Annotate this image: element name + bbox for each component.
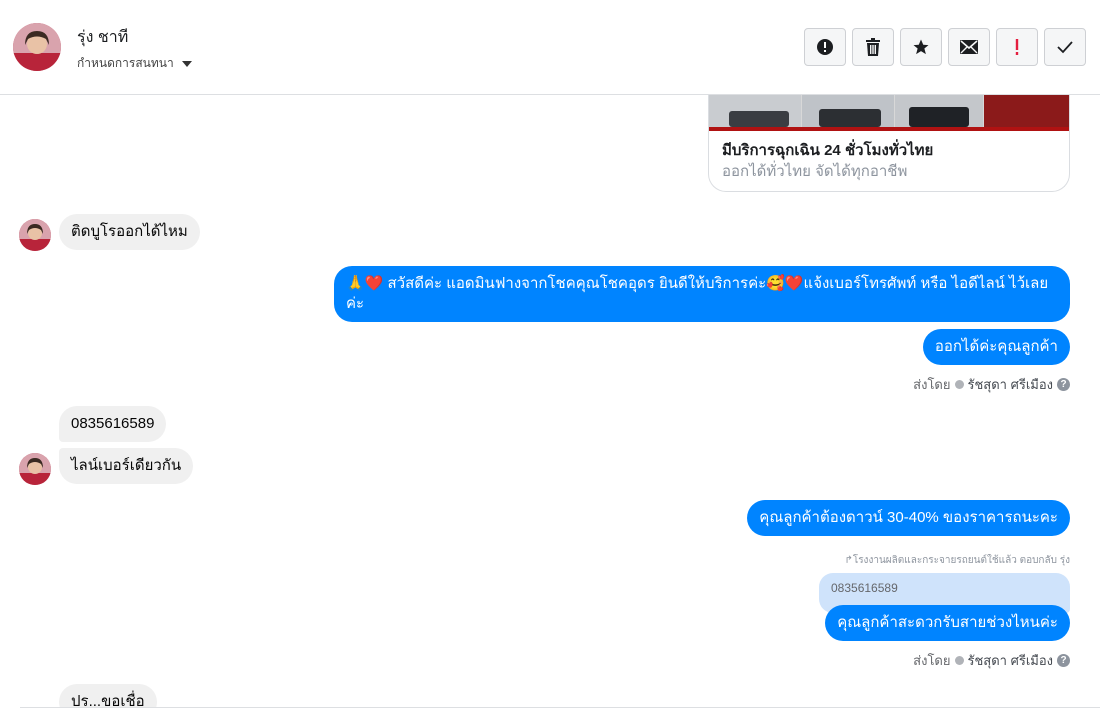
incoming-message[interactable]: 0835616589 — [59, 406, 167, 442]
outgoing-message[interactable]: คุณลูกค้าต้องดาวน์ 30-40% ของราคารถนะคะ — [747, 500, 1070, 536]
mark-spam-button[interactable] — [804, 28, 846, 66]
follow-up-button[interactable] — [996, 28, 1038, 66]
sent-by-prefix: ส่งโดย — [913, 377, 951, 392]
star-button[interactable] — [900, 28, 942, 66]
reply-context-label: ↱โรงงานผลิตและกระจายรถยนต์ใช้แล้ว ตอบกลั… — [844, 555, 1070, 566]
incoming-message[interactable]: ไลน์เบอร์เดียวกัน — [59, 448, 194, 484]
sender-avatar[interactable] — [19, 219, 51, 251]
outgoing-message[interactable]: คุณลูกค้าสะดวกรับสายช่วงไหนค่ะ — [825, 605, 1070, 641]
mark-unread-button[interactable] — [948, 28, 990, 66]
sender-avatar[interactable] — [19, 453, 51, 485]
contact-name[interactable]: รุ่ง ชาที — [77, 25, 128, 50]
exclamation-icon — [1015, 39, 1019, 55]
sent-by-prefix: ส่งโดย — [913, 653, 951, 668]
sent-by-label: ส่งโดย รัชสุดา ศรีเมือง ? — [913, 650, 1070, 671]
star-icon — [913, 39, 929, 55]
delete-button[interactable] — [852, 28, 894, 66]
ad-card-image — [709, 95, 1069, 131]
incoming-message[interactable]: ปร...ขอเชื่อ — [59, 684, 157, 707]
mark-done-button[interactable] — [1044, 28, 1086, 66]
contact-avatar[interactable] — [13, 23, 61, 71]
admin-dot-icon — [954, 656, 964, 665]
conversation-label-dropdown[interactable]: กำหนดการสนทนา — [77, 54, 192, 73]
help-icon[interactable]: ? — [1057, 378, 1070, 391]
caret-down-icon — [181, 60, 192, 67]
envelope-icon — [960, 40, 978, 54]
exclamation-circle-icon — [817, 39, 833, 55]
sent-by-name[interactable]: รัชสุดา ศรีเมือง — [968, 650, 1054, 671]
composer-divider — [20, 707, 1100, 708]
incoming-message[interactable]: ติดบูโรออกได้ไหม — [59, 214, 200, 250]
help-icon[interactable]: ? — [1057, 654, 1070, 667]
ad-card-subtitle: ออกได้ทั่วไทย จัดได้ทุกอาชีพ — [722, 163, 908, 180]
outgoing-message[interactable]: ออกได้ค่ะคุณลูกค้า — [922, 329, 1070, 365]
sent-by-label: ส่งโดย รัชสุดา ศรีเมือง ? — [913, 374, 1070, 395]
trash-icon — [866, 38, 880, 56]
conversation-header: รุ่ง ชาที กำหนดการสนทนา — [0, 0, 1100, 95]
outgoing-message[interactable]: 🙏❤️ สวัสดีค่ะ แอดมินฟางจากโชคคุณโชคอุดร … — [334, 266, 1070, 322]
label-select-text: กำหนดการสนทนา — [77, 56, 174, 70]
sent-by-name[interactable]: รัชสุดา ศรีเมือง — [968, 374, 1054, 395]
message-thread[interactable]: มีบริการฉุกเฉิน 24 ชั่วโมงทั่วไทย ออกได้… — [0, 95, 1100, 707]
conversation-actions — [804, 28, 1086, 66]
admin-dot-icon — [954, 380, 964, 389]
ad-card[interactable]: มีบริการฉุกเฉิน 24 ชั่วโมงทั่วไทย ออกได้… — [708, 95, 1070, 192]
check-icon — [1057, 41, 1073, 54]
